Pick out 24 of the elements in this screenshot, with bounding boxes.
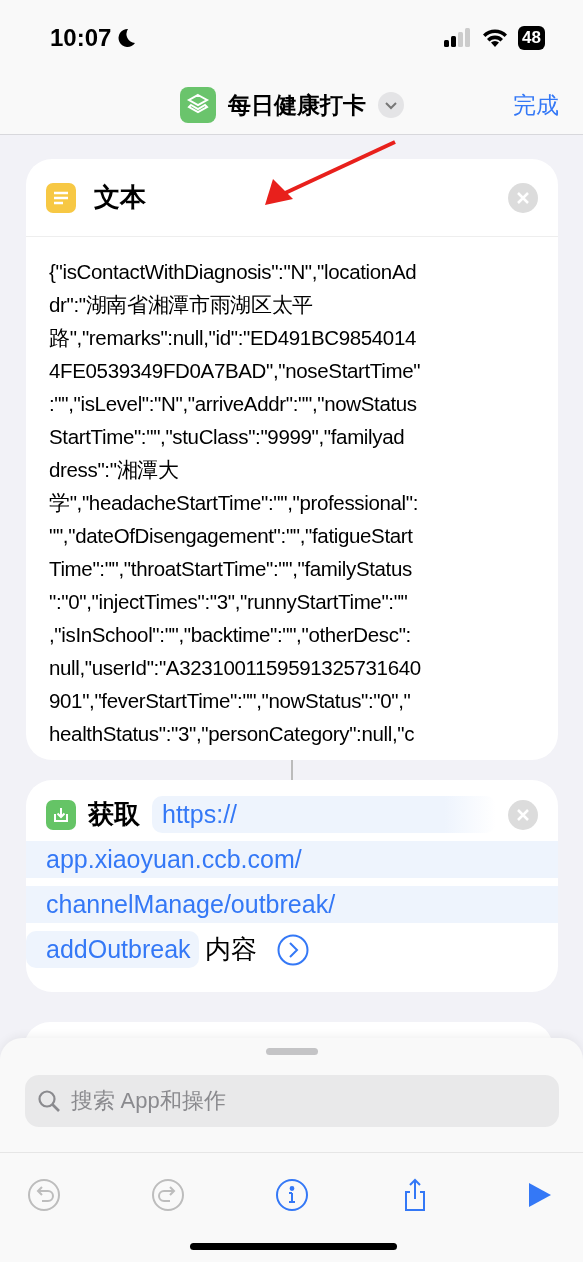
battery-level: 48 bbox=[518, 26, 545, 50]
clock-time: 10:07 bbox=[50, 24, 112, 52]
sheet-handle[interactable] bbox=[265, 1048, 318, 1055]
url-token[interactable]: addOutbreak bbox=[26, 931, 199, 968]
chevron-circle-icon[interactable] bbox=[276, 933, 309, 966]
info-button[interactable] bbox=[273, 1177, 310, 1213]
content-label: 内容 bbox=[204, 933, 257, 966]
shortcut-title: 每日健康打卡 bbox=[227, 90, 366, 120]
chevron-down-icon[interactable] bbox=[377, 92, 404, 118]
signal-icon bbox=[444, 28, 473, 48]
text-content[interactable]: {"isContactWithDiagnosis":"N","locationAd dr":"湖南省湘潭市雨湖区太平 路","remarks":null,"id":"ED491BC9854014 4FE0539349FD0A7BAD","noseStartTime" :"","isLevel":"N","arriveAddr":"","nowStatus StartTime":"","stuClass":"9999","familyad dress":"湘潭大 学","headacheStartTime":"","professional": "","dateOfDisengagement":"","fatigueStart Time":"","throatStartTime":"","familyStatus ":"0","injectTimes":"3","runnyStartTime":"" ,"isInSchool":"","backtime":"","otherDesc": null,"userId":"A3231001159591325731640 901","feverStartTime":"","nowStatus":"0"," healthStatus":"3","personCategory":null,"c bbox=[26, 237, 558, 760]
search-field[interactable]: 搜索 App和操作 bbox=[68, 1087, 547, 1115]
wifi-icon bbox=[482, 28, 509, 48]
search-icon bbox=[36, 1089, 61, 1113]
note-icon bbox=[46, 182, 76, 213]
layers-icon bbox=[179, 87, 216, 123]
action-title: 获取 bbox=[88, 798, 140, 831]
action-title: 文本 bbox=[94, 181, 147, 214]
download-icon bbox=[46, 799, 76, 830]
search-bar[interactable]: 搜索 App和操作 bbox=[24, 1075, 559, 1127]
url-token[interactable]: channelManage/outbreak/ bbox=[26, 886, 558, 923]
done-button[interactable]: 完成 bbox=[513, 90, 559, 121]
url-token[interactable]: app.xiaoyuan.ccb.com/ bbox=[26, 841, 558, 878]
moon-icon bbox=[117, 28, 136, 48]
